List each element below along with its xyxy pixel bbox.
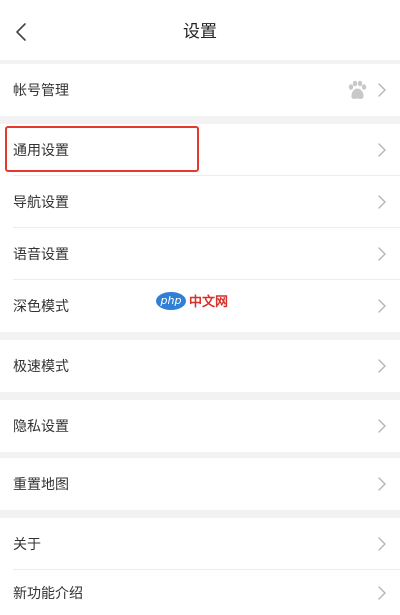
settings-row-label: 导航设置: [13, 195, 69, 211]
chevron-right-icon: [378, 195, 386, 209]
settings-row-navigation[interactable]: 导航设置: [0, 176, 400, 228]
settings-row-new-features[interactable]: 新功能介绍: [0, 570, 400, 615]
chevron-right-icon: [378, 247, 386, 261]
chevron-right-icon: [378, 585, 386, 600]
watermark-text: 中文网: [189, 295, 229, 310]
watermark-logo: php 中文网: [156, 291, 228, 310]
settings-row-speed-mode[interactable]: 极速模式: [0, 340, 400, 392]
page-title: 设置: [183, 22, 217, 42]
settings-row-label: 语音设置: [13, 247, 69, 263]
settings-row-voice[interactable]: 语音设置: [0, 228, 400, 280]
chevron-right-icon: [378, 83, 386, 97]
settings-row-about[interactable]: 关于: [0, 518, 400, 570]
watermark-badge: php: [156, 291, 186, 310]
chevron-right-icon: [378, 419, 386, 433]
settings-row-label: 关于: [13, 537, 41, 553]
chevron-right-icon: [378, 477, 386, 491]
settings-row-account[interactable]: 帐号管理: [0, 64, 400, 116]
chevron-right-icon: [378, 537, 386, 551]
header-bar: 设置: [0, 0, 400, 60]
settings-row-label: 深色模式: [13, 299, 69, 315]
settings-row-label: 重置地图: [13, 477, 69, 493]
settings-row-label: 极速模式: [13, 359, 69, 375]
chevron-right-icon: [378, 299, 386, 313]
highlight-annotation: [5, 126, 199, 172]
settings-row-label: 帐号管理: [13, 83, 69, 99]
chevron-right-icon: [378, 143, 386, 157]
settings-row-reset-map[interactable]: 重置地图: [0, 458, 400, 510]
settings-row-privacy[interactable]: 隐私设置: [0, 400, 400, 452]
paw-icon: [348, 80, 367, 99]
settings-row-label: 新功能介绍: [13, 585, 83, 602]
settings-row-label: 隐私设置: [13, 419, 69, 435]
chevron-right-icon: [378, 359, 386, 373]
